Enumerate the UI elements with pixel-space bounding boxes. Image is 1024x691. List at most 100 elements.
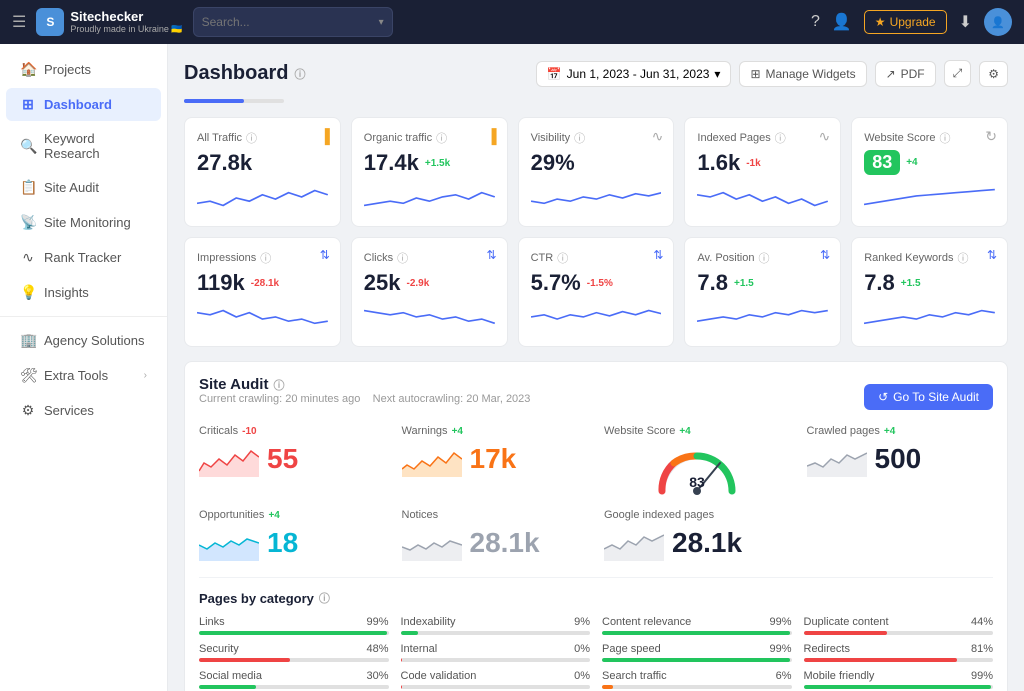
info-icon[interactable]: ⓘ <box>260 250 271 266</box>
chevron-down-icon: ▾ <box>714 67 720 81</box>
pdf-icon: ↗ <box>886 67 896 81</box>
info-icon[interactable]: ⓘ <box>273 377 284 393</box>
change-badge: +4 <box>452 426 463 437</box>
info-icon[interactable]: ⓘ <box>319 590 330 606</box>
sparkline-ctr <box>531 302 662 334</box>
widgets-row-1: ▐ All Traffic ⓘ 27.8k ▐ Organic t <box>184 117 1008 227</box>
widget-all-traffic: ▐ All Traffic ⓘ 27.8k <box>184 117 341 227</box>
change-badge: -28.1k <box>251 278 279 289</box>
sparkline-av-position <box>697 302 828 334</box>
add-user-icon[interactable]: 👤 <box>832 12 852 32</box>
metric-criticals: Criticals -10 55 <box>199 425 386 497</box>
sidebar-item-projects[interactable]: 🏠 Projects <box>6 53 161 86</box>
calendar-icon: 📅 <box>547 67 562 81</box>
manage-widgets-button[interactable]: ⊞ Manage Widgets <box>739 61 866 87</box>
agency-icon: 🏢 <box>20 332 36 349</box>
widgets-row-2: ⇅ Impressions ⓘ 119k -28.1k ⇅ <box>184 237 1008 347</box>
google-indexed-chart <box>604 525 664 561</box>
change-badge: -1k <box>746 158 760 169</box>
change-badge: +4 <box>906 157 917 168</box>
sidebar-item-services[interactable]: ⚙ Services <box>6 394 161 427</box>
download-icon[interactable]: ⬇ <box>959 12 972 32</box>
sidebar-item-dashboard[interactable]: ⊞ Dashboard <box>6 88 161 121</box>
header-actions: 📅 Jun 1, 2023 - Jun 31, 2023 ▾ ⊞ Manage … <box>536 60 1008 87</box>
pages-by-category: Pages by category ⓘ Links 99% <box>199 577 993 689</box>
info-icon[interactable]: ⓘ <box>557 250 568 266</box>
criticals-chart <box>199 441 259 477</box>
category-redirects: Redirects 81% <box>804 643 994 662</box>
page-title: Dashboard ⓘ <box>184 62 305 85</box>
nav-icons: ? 👤 ★ Upgrade ⬇ 👤 <box>811 8 1012 36</box>
widget-website-score: ↻ Website Score ⓘ 83 +4 <box>851 117 1008 227</box>
sidebar-item-keyword-research[interactable]: 🔍 Keyword Research <box>6 123 161 169</box>
info-icon[interactable]: ⓘ <box>775 130 786 146</box>
category-bar <box>401 658 403 662</box>
notices-chart <box>402 525 462 561</box>
metric-google-indexed: Google indexed pages 28.1k <box>604 509 993 561</box>
sparkline-ranked-keywords <box>864 302 995 334</box>
category-bar <box>199 658 290 662</box>
pages-category-title: Pages by category ⓘ <box>199 590 993 606</box>
info-icon[interactable]: ⓘ <box>436 130 447 146</box>
category-bar <box>199 631 387 635</box>
sidebar-item-site-monitoring[interactable]: 📡 Site Monitoring <box>6 206 161 239</box>
widget-ranked-keywords: ⇅ Ranked Keywords ⓘ 7.8 +1.5 <box>851 237 1008 347</box>
sidebar-item-agency-solutions[interactable]: 🏢 Agency Solutions <box>6 324 161 357</box>
info-icon[interactable]: ⓘ <box>940 130 951 146</box>
info-icon[interactable]: ⓘ <box>246 130 257 146</box>
sparkline-visibility <box>531 182 662 214</box>
upgrade-button[interactable]: ★ Upgrade <box>864 10 947 34</box>
widget-visibility: ∿ Visibility ⓘ 29% <box>518 117 675 227</box>
category-content-relevance: Content relevance 99% <box>602 616 792 635</box>
sparkline-indexed-pages <box>697 182 828 214</box>
sparkline-organic-traffic <box>364 182 495 214</box>
chevron-right-icon: › <box>144 370 147 381</box>
change-badge: +1.5 <box>734 278 754 289</box>
go-to-site-audit-button[interactable]: ↺ Go To Site Audit <box>864 384 993 410</box>
search-input[interactable] <box>202 15 375 29</box>
category-bar <box>804 658 957 662</box>
grid-icon: ⊞ <box>20 96 36 113</box>
sort-icon: ⇅ <box>653 248 663 262</box>
info-icon[interactable]: ⓘ <box>758 250 769 266</box>
domain-search-bar[interactable]: ▾ <box>193 7 393 37</box>
sidebar-item-rank-tracker[interactable]: ∿ Rank Tracker <box>6 241 161 274</box>
chevron-down-icon: ▾ <box>379 17 384 28</box>
progress-bar <box>184 99 284 103</box>
sidebar-item-extra-tools[interactable]: 🛠 Extra Tools › <box>6 359 161 392</box>
share-button[interactable]: ⤢ <box>944 60 972 87</box>
widget-av-position: ⇅ Av. Position ⓘ 7.8 +1.5 <box>684 237 841 347</box>
tools-icon: 🛠 <box>20 367 36 384</box>
date-range-button[interactable]: 📅 Jun 1, 2023 - Jun 31, 2023 ▾ <box>536 61 732 87</box>
sidebar: 🏠 Projects ⊞ Dashboard 🔍 Keyword Researc… <box>0 44 168 691</box>
sidebar-item-insights[interactable]: 💡 Insights <box>6 276 161 309</box>
trend-icon: ▐ <box>487 128 497 144</box>
logo-icon: S <box>36 8 64 36</box>
info-icon[interactable]: ⓘ <box>574 130 585 146</box>
widget-impressions: ⇅ Impressions ⓘ 119k -28.1k <box>184 237 341 347</box>
category-security: Security 48% <box>199 643 389 662</box>
category-bar <box>602 685 613 689</box>
audit-metrics-row1: Criticals -10 55 Warnings <box>199 421 993 497</box>
help-icon[interactable]: ? <box>811 13 820 31</box>
opportunities-chart <box>199 525 259 561</box>
site-audit-header: Site Audit ⓘ Current crawling: 20 minute… <box>199 376 993 417</box>
search-icon: 🔍 <box>20 138 36 155</box>
category-indexability: Indexability 9% <box>401 616 591 635</box>
hamburger-menu[interactable]: ☰ <box>12 12 26 32</box>
category-bar <box>401 631 418 635</box>
change-badge: -2.9k <box>407 278 430 289</box>
info-icon[interactable]: ⓘ <box>397 250 408 266</box>
pages-category-grid: Links 99% Security 48% <box>199 616 993 689</box>
avatar[interactable]: 👤 <box>984 8 1012 36</box>
sidebar-item-site-audit[interactable]: 📋 Site Audit <box>6 171 161 204</box>
info-icon[interactable]: ⓘ <box>294 66 305 82</box>
logo-text: Sitechecker Proudly made in Ukraine 🇺🇦 <box>70 9 182 35</box>
warnings-chart <box>402 441 462 477</box>
info-icon[interactable]: ⓘ <box>957 250 968 266</box>
widget-indexed-pages: ∿ Indexed Pages ⓘ 1.6k -1k <box>684 117 841 227</box>
pdf-button[interactable]: ↗ PDF <box>875 61 936 87</box>
dashboard-header: Dashboard ⓘ 📅 Jun 1, 2023 - Jun 31, 2023… <box>184 60 1008 87</box>
sparkline-all-traffic <box>197 182 328 214</box>
settings-button[interactable]: ⚙ <box>979 61 1008 87</box>
